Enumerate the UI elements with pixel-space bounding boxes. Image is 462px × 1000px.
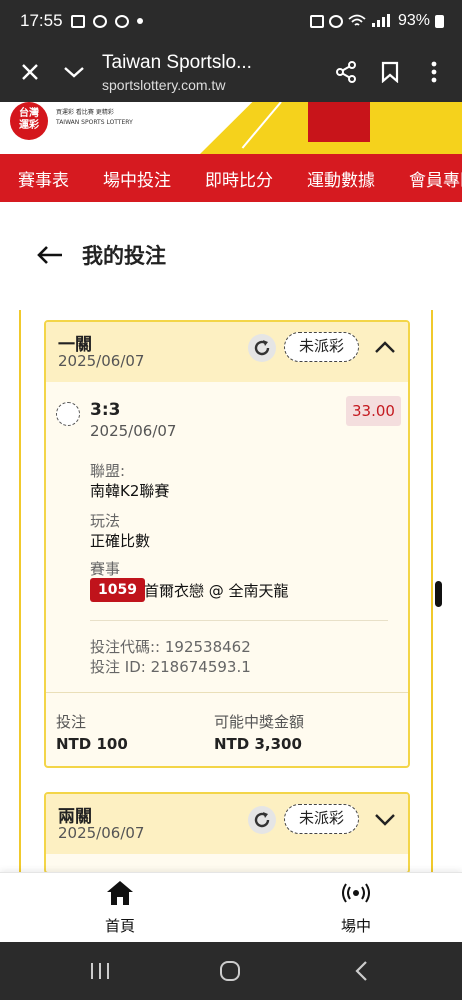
payout-value: NTD 3,300 [214, 735, 302, 753]
browser-toolbar: Taiwan Sportslo... sportslottery.com.tw [0, 42, 462, 102]
bet-summary: 投注 NTD 100 可能中獎金額 NTD 3,300 [46, 692, 408, 766]
tab-home-label: 首頁 [104, 917, 135, 935]
logo-tagline: 買運彩 看比賽 更精彩 TAIWAN SPORTS LOTTERY [56, 108, 133, 128]
bookmark-icon [381, 61, 399, 83]
bet-date: 2025/06/07 [58, 824, 145, 842]
stake-label: 投注 [56, 713, 87, 731]
event-number-badge: 1059 [90, 578, 145, 602]
refresh-icon [254, 812, 270, 828]
alarm-icon [328, 14, 343, 28]
main-nav: 賽事表 場中投注 即時比分 運動數據 會員專區 [0, 154, 462, 202]
content-rail-left [19, 310, 21, 872]
content-rail-right [431, 310, 433, 872]
minimize-button[interactable] [52, 50, 96, 94]
home-button[interactable] [218, 960, 242, 982]
signal-icon [371, 14, 390, 27]
logo-line-2: 運彩 [19, 120, 39, 131]
bottom-tab-bar: 首頁 場中 [0, 872, 462, 942]
nav-item-live-score[interactable]: 即時比分 [185, 166, 287, 191]
stake-value: NTD 100 [56, 735, 128, 753]
recent-apps-button[interactable] [88, 960, 112, 982]
close-tab-button[interactable] [8, 50, 52, 94]
page-header: 我的投注 [36, 240, 166, 270]
odds-badge: 33.00 [346, 396, 401, 426]
browser-page-title: Taiwan Sportslo... [102, 51, 252, 73]
bet-card-header[interactable]: 兩關 2025/06/07 未派彩 [46, 794, 408, 854]
browser-url: sportslottery.com.tw [102, 76, 226, 93]
logo-tagline-en: TAIWAN SPORTS LOTTERY [56, 119, 133, 126]
selection-date: 2025/06/07 [90, 422, 177, 440]
chevron-down-icon [64, 67, 84, 78]
bet-card: 一關 2025/06/07 未派彩 3:3 2025/06/07 33.00 聯… [44, 320, 410, 768]
share-icon [336, 61, 356, 83]
divider [90, 620, 388, 621]
chat-icon [114, 14, 129, 28]
site-header: 台灣 運彩 買運彩 看比賽 更精彩 TAIWAN SPORTS LOTTERY [0, 102, 462, 154]
status-bar: 17:55 93% [0, 0, 462, 42]
refresh-button[interactable] [248, 334, 276, 362]
back-button[interactable] [350, 960, 374, 982]
refresh-button[interactable] [248, 806, 276, 834]
browser-title-area[interactable]: Taiwan Sportslo... sportslottery.com.tw [96, 52, 324, 93]
nav-item-sports-data[interactable]: 運動數據 [287, 166, 389, 191]
scrollbar-thumb[interactable] [435, 581, 442, 607]
home-icon [107, 881, 133, 905]
logo-tagline-zh: 買運彩 看比賽 更精彩 [56, 109, 114, 116]
selection-pick: 3:3 [90, 400, 121, 420]
bookmark-button[interactable] [368, 50, 412, 94]
share-button[interactable] [324, 50, 368, 94]
chevron-down-icon[interactable] [372, 806, 398, 832]
nav-item-schedule[interactable]: 賽事表 [0, 166, 83, 191]
wifi-icon [348, 14, 366, 26]
status-badge: 未派彩 [284, 804, 360, 834]
back-arrow-icon[interactable] [36, 245, 64, 265]
payout-label: 可能中獎金額 [214, 713, 305, 731]
page-title: 我的投注 [82, 244, 166, 268]
battery-percent: 93% [397, 12, 430, 29]
tab-home[interactable]: 首頁 [60, 879, 180, 936]
banner-red-block [308, 102, 370, 142]
lock-icon [309, 14, 324, 28]
status-badge: 未派彩 [284, 332, 360, 362]
notification-dot-icon [136, 18, 143, 24]
refresh-icon [254, 340, 270, 356]
live-broadcast-icon [342, 883, 370, 903]
battery-icon [435, 14, 444, 28]
site-logo[interactable]: 台灣 運彩 [10, 102, 48, 140]
status-time: 17:55 [20, 11, 63, 30]
chevron-up-icon[interactable] [372, 334, 398, 360]
more-options-button[interactable] [412, 50, 456, 94]
league-value: 南韓K2聯賽 [90, 482, 170, 500]
tab-live[interactable]: 場中 [296, 879, 416, 936]
nav-item-live-betting[interactable]: 場中投注 [83, 166, 185, 191]
bet-date: 2025/06/07 [58, 352, 145, 370]
league-label: 聯盟: [90, 462, 126, 480]
selection-radio[interactable] [56, 402, 80, 426]
more-vert-icon [431, 61, 437, 83]
bet-card: 兩關 2025/06/07 未派彩 [44, 792, 410, 874]
close-icon [22, 64, 38, 80]
nav-item-member[interactable]: 會員專區 [389, 166, 462, 191]
bet-card-header[interactable]: 一關 2025/06/07 未派彩 [46, 322, 408, 382]
play-type-label: 玩法 [90, 512, 121, 530]
bet-selection: 3:3 2025/06/07 33.00 聯盟: 南韓K2聯賽 玩法 正確比數 … [46, 382, 408, 692]
pinwheel-icon [92, 14, 107, 28]
logo-line-1: 台灣 [19, 108, 39, 119]
gallery-icon [70, 14, 85, 28]
tab-live-label: 場中 [340, 917, 371, 935]
play-type-value: 正確比數 [90, 532, 151, 550]
event-label: 賽事 [90, 560, 121, 578]
system-navigation-bar [0, 942, 462, 1000]
bet-id: 投注 ID: 218674593.1 [90, 658, 251, 676]
event-name: 首爾衣戀 @ 全南天龍 [144, 582, 289, 600]
bet-code: 投注代碼:: 192538462 [90, 638, 251, 656]
